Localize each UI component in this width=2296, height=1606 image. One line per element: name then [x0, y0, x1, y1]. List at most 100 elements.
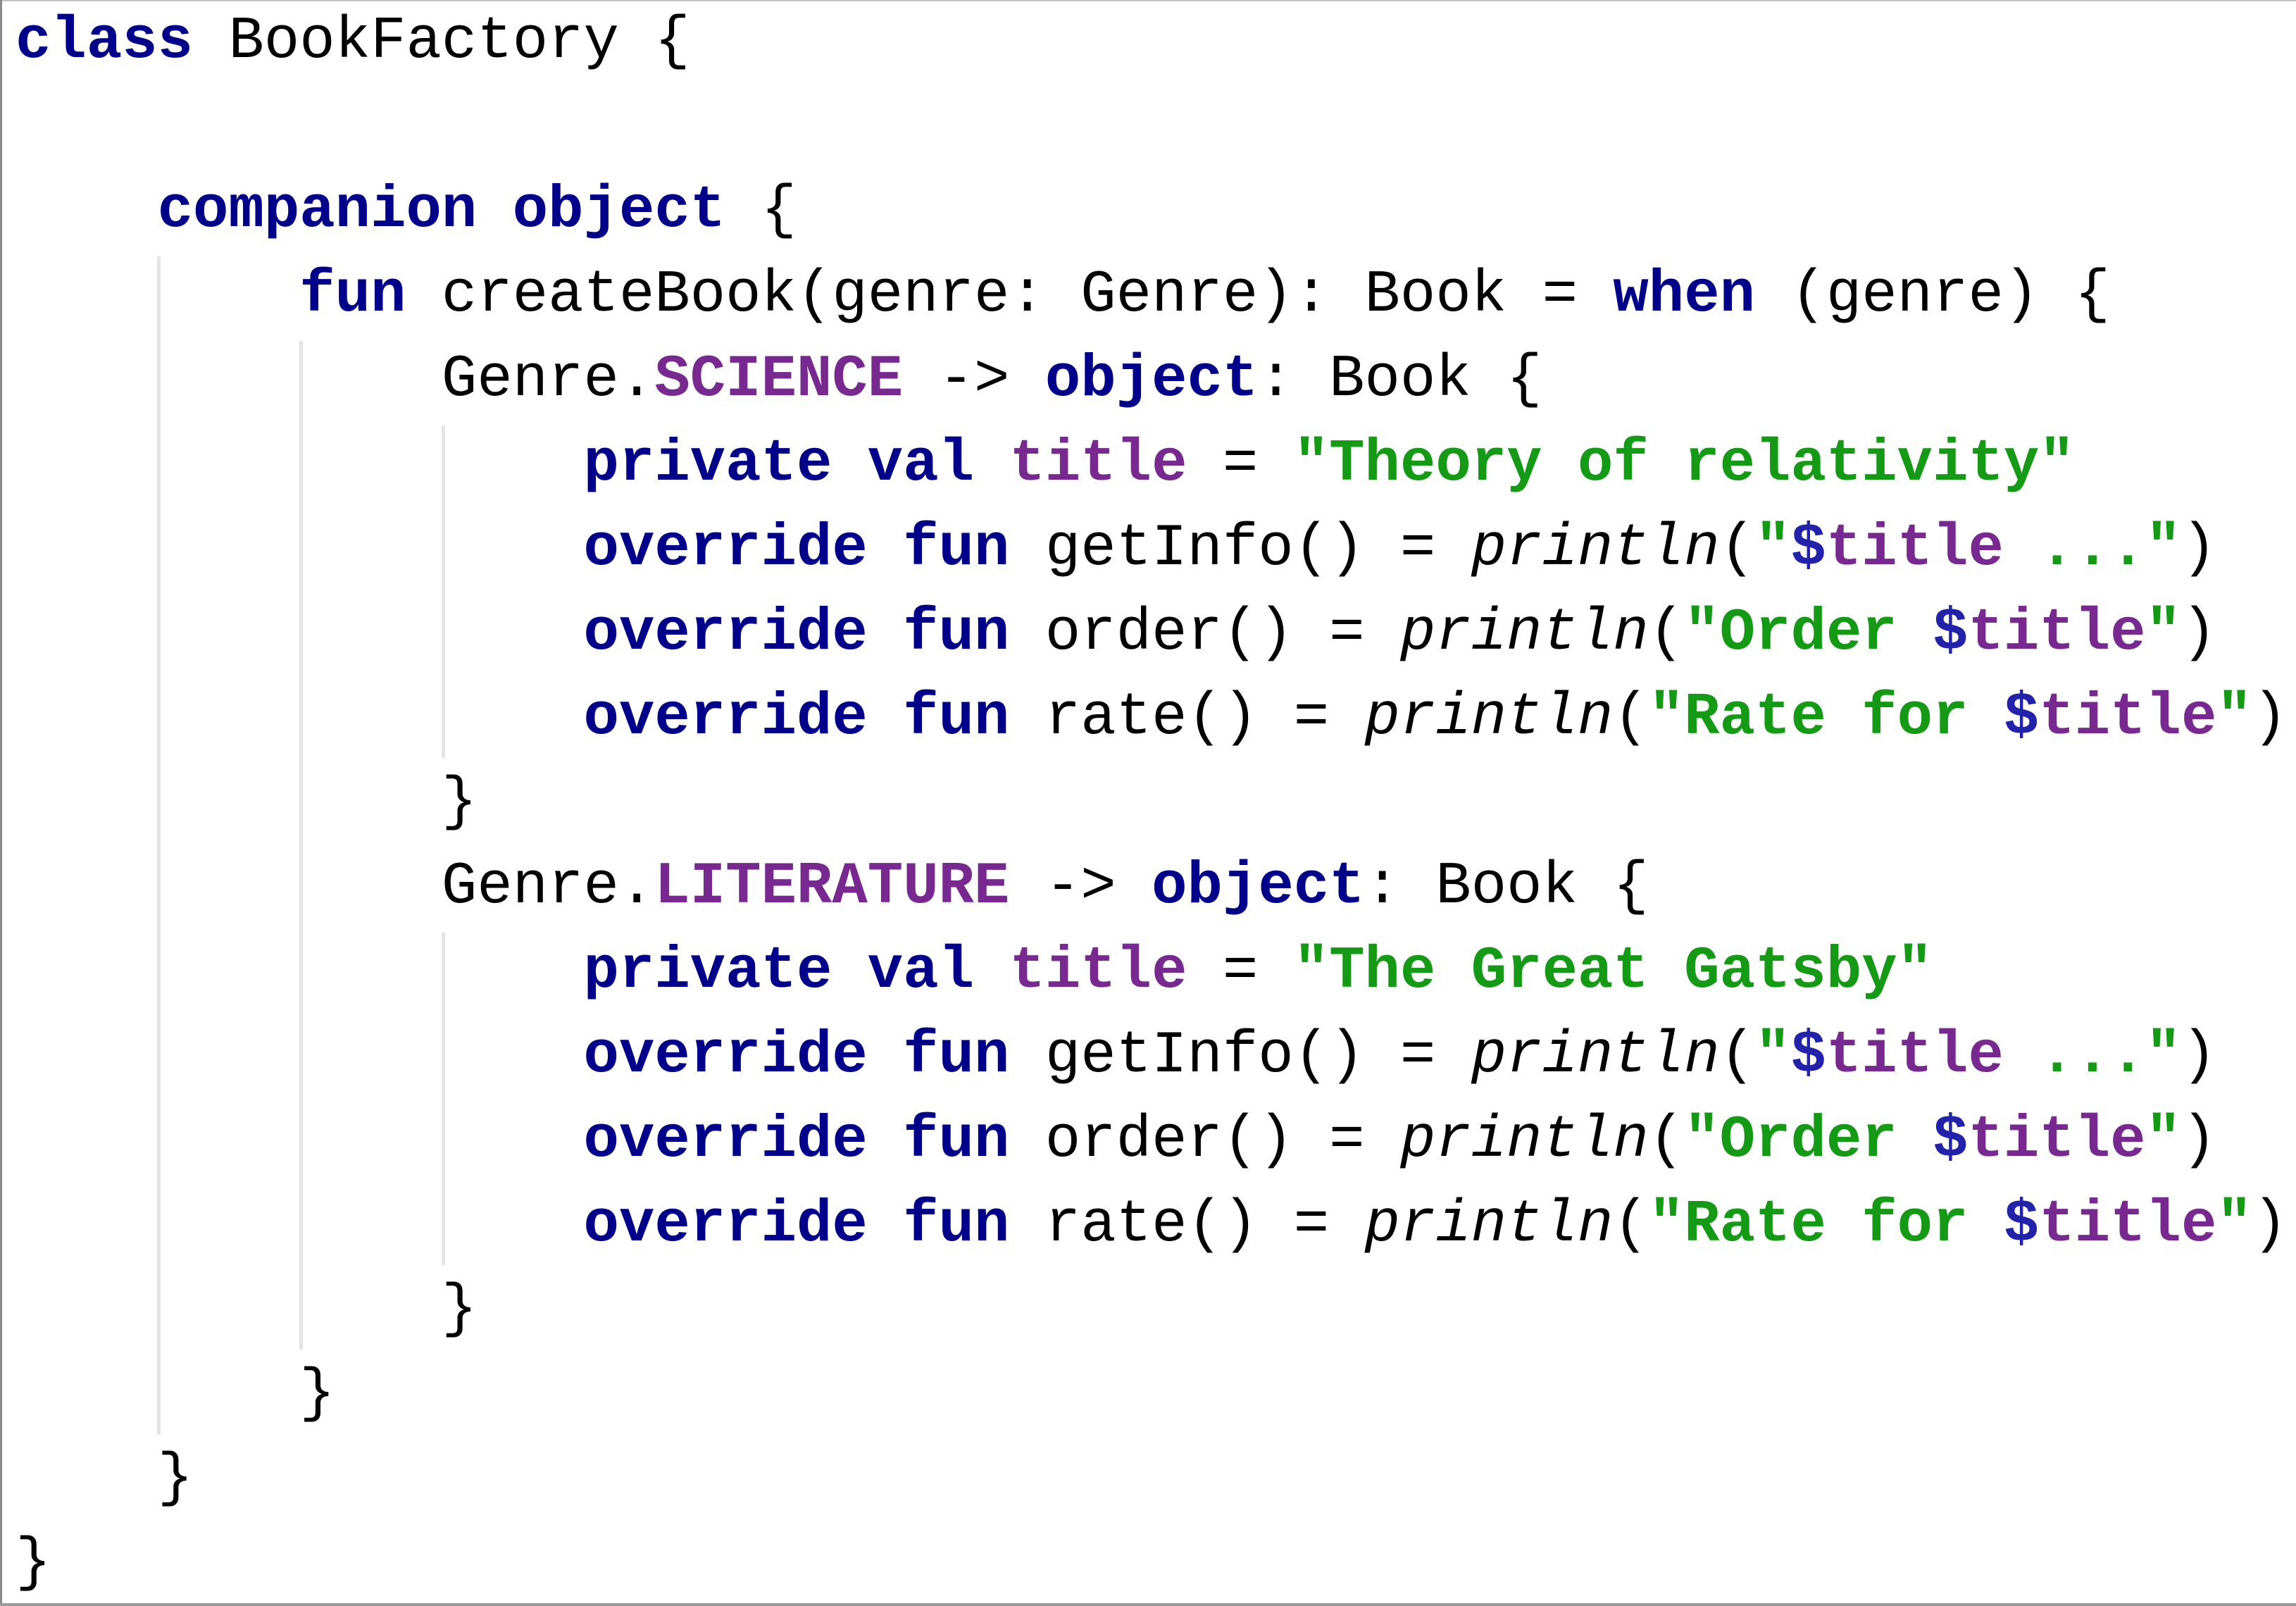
code-line: private val title = "Theory of relativit…	[15, 423, 2296, 507]
keyword-token: private val	[583, 431, 975, 498]
code-token: (	[1719, 1023, 1756, 1090]
code-token: title	[1826, 1023, 2004, 1090]
keyword-token: override fun	[583, 685, 1010, 752]
keyword-token: fun	[299, 262, 406, 329]
code-token: "Order	[1684, 1107, 1933, 1174]
code-token: title	[1009, 431, 1187, 498]
code-token: (	[1613, 685, 1649, 752]
keyword-token: when	[1613, 262, 1756, 329]
code-line: override fun getInfo() = println("$title…	[15, 1014, 2296, 1099]
keyword-token: override fun	[583, 1107, 1010, 1174]
code-line: fun createBook(genre: Genre): Book = whe…	[15, 254, 2296, 338]
code-token: {	[725, 178, 797, 244]
code-token: Genre.	[15, 347, 655, 413]
code-token: )	[2252, 685, 2288, 752]
code-token: }	[15, 1530, 51, 1597]
code-token: Genre.	[15, 854, 655, 921]
code-token: title	[2039, 1192, 2217, 1259]
code-token: getInfo() =	[1009, 1023, 1471, 1090]
code-token: )	[2180, 600, 2217, 667]
code-token: )	[2252, 1192, 2288, 1259]
code-token: (genre) {	[1755, 262, 2111, 329]
code-token: getInfo() =	[1009, 516, 1471, 583]
keyword-token: override fun	[583, 1023, 1010, 1090]
code-token: title	[1826, 516, 2004, 583]
code-line: override fun rate() = println("Rate for …	[15, 1183, 2296, 1268]
code-token: "Rate for	[1648, 685, 2004, 752]
code-token: "Order	[1684, 600, 1933, 667]
code-token: order() =	[1009, 1107, 1400, 1174]
code-line: class BookFactory {	[15, 0, 2296, 85]
code-token: ..."	[2003, 516, 2181, 583]
code-token: =	[1187, 938, 1294, 1005]
code-token: $	[1933, 1107, 1969, 1174]
code-token: )	[2180, 1023, 2217, 1090]
code-token: println	[1471, 1023, 1720, 1090]
keyword-token: override fun	[583, 600, 1010, 667]
code-token: : Book {	[1258, 347, 1542, 413]
code-token: createBook(genre: Genre): Book =	[406, 262, 1614, 329]
code-token: BookFactory {	[193, 8, 690, 75]
code-line: override fun rate() = println("Rate for …	[15, 676, 2296, 761]
code-token: (	[1648, 600, 1685, 667]
code-token: title	[1968, 1107, 2146, 1174]
code-token: (	[1719, 516, 1756, 583]
code-line: }	[15, 1521, 2296, 1606]
code-token: $	[1790, 516, 1826, 583]
code-line: }	[15, 761, 2296, 845]
code-token: rate() =	[1009, 1192, 1365, 1259]
code-token: SCIENCE	[654, 347, 904, 413]
code-token: "	[2145, 1107, 2181, 1174]
code-token: "The Great Gatsby"	[1293, 938, 1933, 1005]
code-line: override fun order() = println("Order $t…	[15, 1099, 2296, 1183]
code-token: println	[1399, 600, 1649, 667]
code-token: $	[1790, 1023, 1826, 1090]
code-token: }	[15, 769, 478, 836]
code-token: =	[1187, 431, 1294, 498]
code-token: "	[1755, 1023, 1791, 1090]
code-token: println	[1471, 516, 1720, 583]
code-token: $	[2003, 1192, 2040, 1259]
code-token: println	[1399, 1107, 1649, 1174]
code-line: }	[15, 1437, 2296, 1521]
code-editor: class BookFactory { companion object { f…	[0, 0, 2296, 1606]
code-line: private val title = "The Great Gatsby"	[15, 930, 2296, 1014]
code-token: )	[2180, 516, 2217, 583]
code-token: ->	[903, 347, 1045, 413]
code-token: rate() =	[1009, 685, 1365, 752]
keyword-token: companion object	[157, 178, 726, 244]
keyword-token: class	[15, 8, 194, 75]
code-token: LITERATURE	[654, 854, 1010, 921]
keyword-token: private val	[583, 938, 975, 1005]
code-token: ->	[1009, 854, 1152, 921]
code-text-area[interactable]: class BookFactory { companion object { f…	[0, 0, 2296, 1606]
code-token: "	[2216, 685, 2252, 752]
code-token: "	[1755, 516, 1791, 583]
code-token: println	[1364, 1192, 1614, 1259]
code-token: (	[1648, 1107, 1685, 1174]
keyword-token: override fun	[583, 1192, 1010, 1259]
code-token: title	[1009, 938, 1187, 1005]
code-line: override fun getInfo() = println("$title…	[15, 507, 2296, 592]
code-token: title	[2039, 685, 2217, 752]
code-line: override fun order() = println("Order $t…	[15, 592, 2296, 676]
code-token: $	[1933, 600, 1969, 667]
code-token: )	[2180, 1107, 2217, 1174]
code-token: $	[2003, 685, 2040, 752]
keyword-token: override fun	[583, 516, 1010, 583]
code-token: "	[2145, 600, 2181, 667]
keyword-token: object	[1152, 854, 1365, 921]
keyword-token: object	[1044, 347, 1259, 413]
